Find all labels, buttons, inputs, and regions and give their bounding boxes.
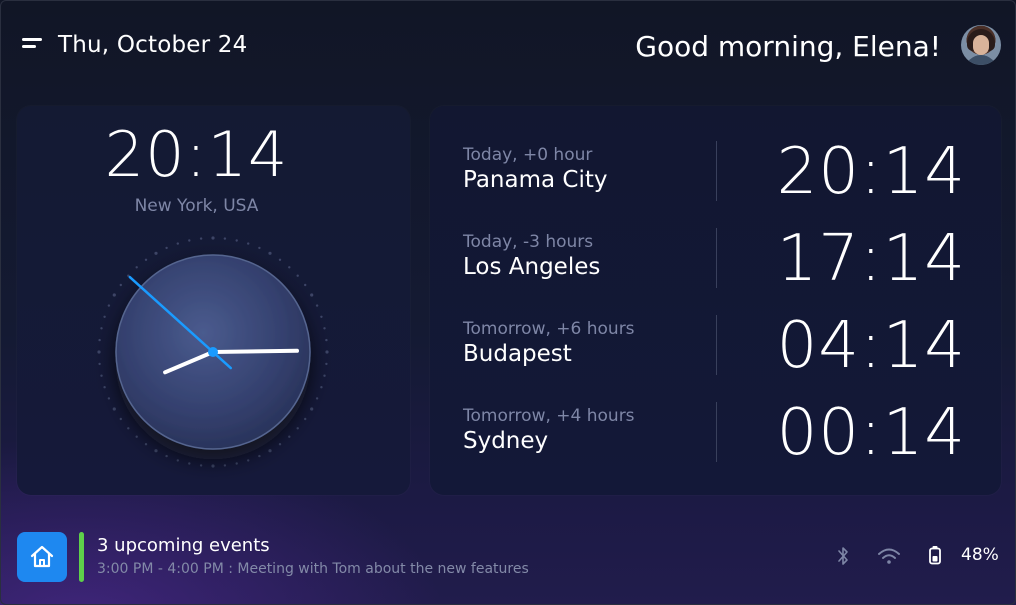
- clock-tick: [112, 293, 116, 297]
- clock-tick: [127, 427, 130, 430]
- clock-tick: [154, 449, 158, 453]
- divider: [716, 402, 717, 462]
- clock-tick: [247, 242, 250, 245]
- clock-tick: [268, 251, 272, 255]
- upcoming-events-title[interactable]: 3 upcoming events: [97, 535, 270, 556]
- clock-tick: [315, 304, 319, 307]
- divider: [716, 315, 717, 375]
- world-clock-row: Today, +0 hour Panama City 20:14: [430, 135, 1001, 225]
- world-clock-row: Tomorrow, +4 hours Sydney 00:14: [430, 396, 1001, 486]
- world-clock-offset: Today, -3 hours: [463, 232, 594, 252]
- clock-tick: [247, 459, 250, 462]
- clock-tick: [97, 350, 101, 354]
- world-clock-time: 17:14: [776, 222, 966, 296]
- clock-tick: [278, 443, 282, 446]
- clock-tick: [310, 407, 314, 411]
- world-clock-offset: Tomorrow, +4 hours: [463, 406, 635, 426]
- divider: [716, 228, 717, 288]
- clock-tick: [296, 274, 299, 277]
- header: Thu, October 24 Good morning, Elena!: [0, 0, 1016, 95]
- clock-tick: [223, 237, 227, 240]
- clock-tick: [154, 251, 158, 255]
- clock-tick: [323, 327, 326, 330]
- clock-tick: [188, 239, 191, 242]
- clock-tick: [304, 283, 307, 287]
- home-button[interactable]: [17, 532, 67, 582]
- clock-tick: [119, 283, 123, 287]
- clock-tick: [258, 454, 261, 458]
- clock-tick: [135, 266, 138, 269]
- battery-icon[interactable]: [928, 545, 942, 567]
- clock-tick: [100, 327, 103, 330]
- minute-hand: [211, 348, 299, 354]
- world-clock-row: Today, -3 hours Los Angeles 17:14: [430, 222, 1001, 312]
- clock-tick: [258, 246, 261, 250]
- clock-tick: [119, 417, 123, 421]
- clock-tick: [211, 236, 215, 240]
- clock-tick: [304, 417, 307, 421]
- bluetooth-icon[interactable]: [836, 545, 850, 567]
- clock-tick: [188, 462, 191, 465]
- clock-tick: [144, 443, 148, 446]
- event-indicator-bar: [79, 532, 84, 582]
- clock-tick: [223, 464, 227, 467]
- clock-tick: [144, 258, 148, 261]
- clock-tick: [296, 427, 299, 430]
- clock-tick: [103, 315, 106, 318]
- clock-tick: [103, 386, 106, 389]
- clock-tick: [320, 315, 323, 318]
- clock-tick: [135, 435, 138, 438]
- menu-icon[interactable]: [22, 38, 44, 52]
- clock-tick: [320, 386, 323, 389]
- world-clock-time: 20:14: [776, 135, 966, 209]
- clock-tick: [100, 374, 103, 377]
- upcoming-event-detail: 3:00 PM - 4:00 PM : Meeting with Tom abo…: [97, 561, 529, 577]
- divider: [716, 141, 717, 201]
- clock-tick: [107, 397, 111, 400]
- world-clock-offset: Tomorrow, +6 hours: [463, 319, 635, 339]
- clock-tick: [176, 459, 179, 462]
- world-clock-city: Los Angeles: [463, 254, 601, 280]
- analog-clock: [97, 236, 329, 468]
- clock-tick: [325, 362, 328, 366]
- clock-tick: [176, 242, 179, 245]
- world-clock-offset: Today, +0 hour: [463, 145, 593, 165]
- world-clock-row: Tomorrow, +6 hours Budapest 04:14: [430, 309, 1001, 399]
- battery-level: [932, 556, 938, 562]
- battery-percentage: 48%: [961, 545, 999, 565]
- world-clock-city: Sydney: [463, 428, 549, 454]
- clock-tick: [112, 407, 116, 411]
- world-clock-time: 00:14: [776, 396, 966, 470]
- clock-tick: [98, 338, 101, 342]
- clock-tick: [325, 338, 328, 342]
- world-clock-city: Budapest: [463, 341, 572, 367]
- greeting: Good morning, Elena!: [635, 30, 941, 63]
- clock-tick: [310, 293, 314, 297]
- home-icon: [30, 545, 54, 568]
- clock-tick: [107, 304, 111, 307]
- clock-tick: [288, 435, 291, 438]
- world-clock-city: Panama City: [463, 167, 608, 193]
- clock-tick: [199, 464, 203, 467]
- clock-center-pin: [208, 347, 218, 357]
- world-clock-time: 04:14: [776, 309, 966, 383]
- clock-tick: [323, 374, 326, 377]
- wifi-icon[interactable]: [877, 545, 901, 567]
- clock-tick: [315, 397, 319, 400]
- avatar[interactable]: [961, 25, 1001, 65]
- clock-tick: [199, 237, 203, 240]
- clock-tick: [165, 246, 168, 250]
- clock-tick: [235, 239, 238, 242]
- clock-tick: [268, 449, 272, 453]
- clock-tick: [278, 258, 282, 261]
- clock-tick: [325, 350, 329, 354]
- clock-tick: [235, 462, 238, 465]
- clock-tick: [98, 362, 101, 366]
- clock-tick: [288, 266, 291, 269]
- current-date: Thu, October 24: [58, 32, 248, 58]
- clock-tick: [165, 454, 168, 458]
- clock-tick: [211, 464, 215, 468]
